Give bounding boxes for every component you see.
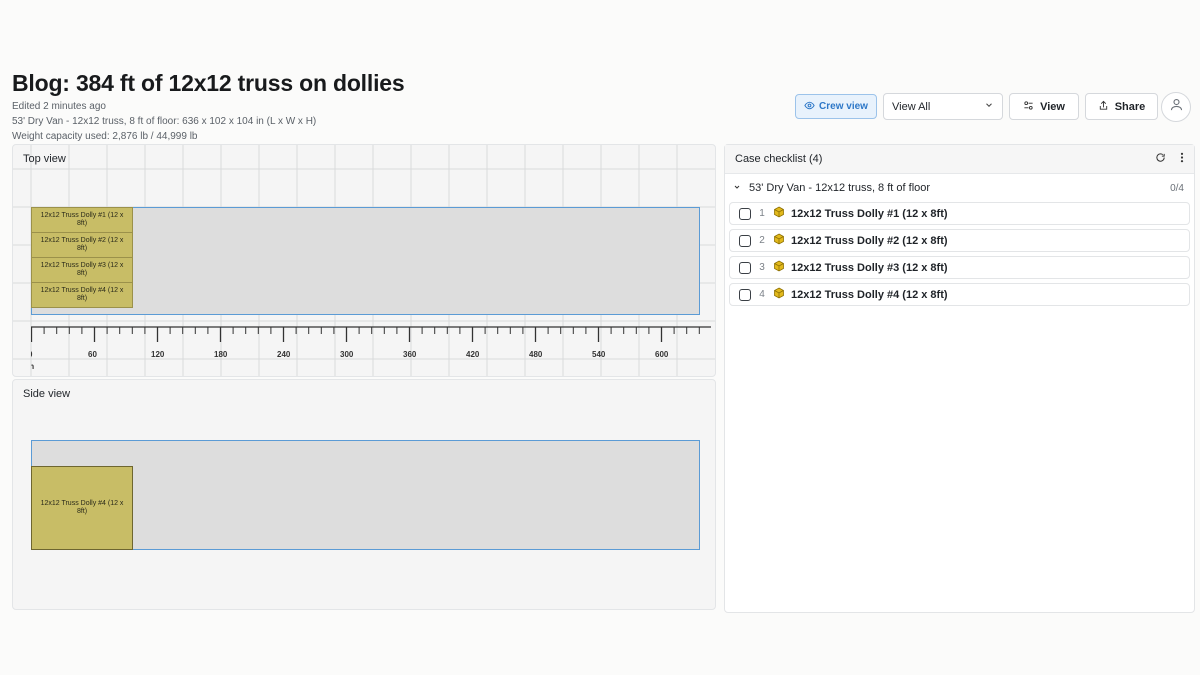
item-name: 12x12 Truss Dolly #2 (12 x 8ft) [791, 234, 948, 247]
chevron-down-icon [984, 100, 994, 113]
list-item[interactable]: 1 12x12 Truss Dolly #1 (12 x 8ft) [729, 202, 1190, 225]
ruler-tick-label: 420 [466, 350, 480, 359]
case-label: 12x12 Truss Dolly #3 (12 x 8ft) [40, 262, 124, 277]
ruler-unit-label: in [31, 362, 34, 371]
case-block[interactable]: 12x12 Truss Dolly #2 (12 x 8ft) [31, 232, 133, 258]
crew-view-label: Crew view [819, 101, 868, 112]
length-ruler: 0 60 120 180 240 300 360 420 480 540 600 in [31, 323, 715, 376]
case-block[interactable]: 12x12 Truss Dolly #4 (12 x 8ft) [31, 466, 133, 550]
sliders-icon [1023, 100, 1034, 114]
share-button-label: Share [1114, 100, 1146, 113]
user-icon [1169, 97, 1184, 117]
truck-dimensions: 53' Dry Van - 12x12 truss, 8 ft of floor… [12, 116, 317, 127]
user-avatar[interactable] [1161, 92, 1191, 122]
page-title: Blog: 384 ft of 12x12 truss on dollies [12, 70, 405, 96]
chevron-down-icon [733, 182, 741, 194]
box-icon [773, 260, 785, 275]
case-block[interactable]: 12x12 Truss Dolly #4 (12 x 8ft) [31, 282, 133, 308]
box-icon [773, 287, 785, 302]
case-block[interactable]: 12x12 Truss Dolly #1 (12 x 8ft) [31, 207, 133, 233]
box-icon [773, 233, 785, 248]
group-progress-count: 0/4 [1170, 182, 1184, 194]
case-label: 12x12 Truss Dolly #4 (12 x 8ft) [40, 500, 124, 515]
top-view-panel: Top view 12x12 Truss Dolly #1 (12 x 8ft)… [12, 144, 716, 377]
case-label: 12x12 Truss Dolly #2 (12 x 8ft) [40, 237, 124, 252]
checklist-title: Case checklist (4) [735, 153, 823, 165]
eye-icon [804, 100, 815, 114]
truck-group-name: 53' Dry Van - 12x12 truss, 8 ft of floor [749, 182, 931, 194]
item-index: 1 [759, 208, 765, 219]
side-view-label: Side view [23, 388, 71, 400]
list-item[interactable]: 4 12x12 Truss Dolly #4 (12 x 8ft) [729, 283, 1190, 306]
ruler-tick-label: 540 [592, 350, 606, 359]
item-name: 12x12 Truss Dolly #4 (12 x 8ft) [791, 288, 948, 301]
edited-timestamp: Edited 2 minutes ago [12, 101, 106, 112]
ruler-tick-label: 360 [403, 350, 417, 359]
ruler-tick-label: 180 [214, 350, 228, 359]
ruler-tick-label: 300 [340, 350, 354, 359]
side-view-panel: Side view 12x12 Truss Dolly #4 (12 x 8ft… [12, 379, 716, 610]
ruler-tick-label: 120 [151, 350, 165, 359]
item-checkbox[interactable] [739, 288, 751, 301]
weight-capacity: Weight capacity used: 2,876 lb / 44,999 … [12, 131, 198, 142]
item-index: 3 [759, 262, 765, 273]
ruler-tick-label: 480 [529, 350, 543, 359]
case-label: 12x12 Truss Dolly #1 (12 x 8ft) [40, 212, 124, 227]
ruler-tick-label: 0 [31, 350, 33, 359]
ruler-tick-label: 60 [88, 350, 97, 359]
checklist-header: Case checklist (4) [725, 145, 1194, 174]
list-item[interactable]: 3 12x12 Truss Dolly #3 (12 x 8ft) [729, 256, 1190, 279]
view-button[interactable]: View [1009, 93, 1079, 120]
share-icon [1098, 100, 1109, 114]
case-block[interactable]: 12x12 Truss Dolly #3 (12 x 8ft) [31, 257, 133, 283]
truck-group-row[interactable]: 53' Dry Van - 12x12 truss, 8 ft of floor… [725, 174, 1194, 202]
view-button-label: View [1040, 100, 1065, 113]
item-checkbox[interactable] [739, 234, 751, 247]
list-item[interactable]: 2 12x12 Truss Dolly #2 (12 x 8ft) [729, 229, 1190, 252]
item-index: 2 [759, 235, 765, 246]
view-filter-select[interactable]: View All [883, 93, 1003, 120]
item-index: 4 [759, 289, 765, 300]
more-menu-icon[interactable] [1180, 152, 1184, 166]
ruler-tick-label: 600 [655, 350, 669, 359]
item-checkbox[interactable] [739, 261, 751, 274]
box-icon [773, 206, 785, 221]
item-name: 12x12 Truss Dolly #1 (12 x 8ft) [791, 207, 948, 220]
crew-view-button[interactable]: Crew view [795, 94, 877, 119]
case-label: 12x12 Truss Dolly #4 (12 x 8ft) [40, 287, 124, 302]
top-view-label: Top view [23, 153, 66, 165]
item-name: 12x12 Truss Dolly #3 (12 x 8ft) [791, 261, 948, 274]
case-checklist-panel: Case checklist (4) 53' Dry Van - 12x12 t… [724, 144, 1195, 613]
refresh-icon[interactable] [1155, 152, 1166, 166]
share-button[interactable]: Share [1085, 93, 1158, 120]
view-filter-value: View All [892, 100, 931, 113]
ruler-tick-label: 240 [277, 350, 291, 359]
item-checkbox[interactable] [739, 207, 751, 220]
ruler-ticks: 0 60 120 180 240 300 360 420 480 540 600 in [31, 326, 711, 371]
